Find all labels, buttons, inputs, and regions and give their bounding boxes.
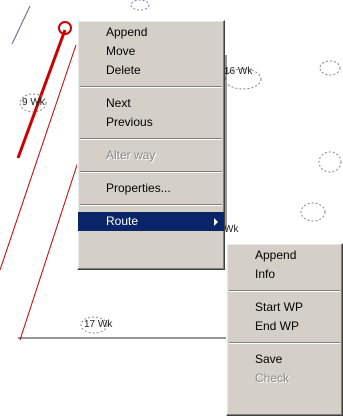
- menu-item-route[interactable]: Route: [78, 212, 224, 231]
- submenu-item-info[interactable]: Info: [227, 265, 342, 284]
- route-line: [19, 161, 79, 341]
- menu-item-delete[interactable]: Delete: [78, 61, 224, 80]
- submenu-item-end-wp[interactable]: End WP: [227, 317, 342, 336]
- submenu-item-start-wp[interactable]: Start WP: [227, 298, 342, 317]
- waypoint-suffix: Wk: [237, 66, 253, 77]
- menu-item-move[interactable]: Move: [78, 42, 224, 61]
- selected-route-segment[interactable]: [16, 29, 67, 159]
- menu-item-alter-way[interactable]: Alter way: [78, 146, 224, 165]
- waypoint-number: 17: [84, 319, 96, 330]
- menu-separator: [80, 204, 222, 206]
- menu-item-route-label: Route: [106, 214, 139, 228]
- waypoint-label[interactable]: 16 Wk: [224, 66, 252, 77]
- route-line: [0, 44, 77, 271]
- menu-item-previous[interactable]: Previous: [78, 113, 224, 132]
- menu-separator: [80, 171, 222, 173]
- context-menu: Append Move Delete Next Previous Alter w…: [77, 20, 225, 270]
- waypoint-number: 16: [224, 66, 236, 77]
- waypoint-label[interactable]: 17 Wk: [84, 319, 112, 330]
- submenu-item-check[interactable]: Check: [227, 369, 342, 388]
- menu-item-next[interactable]: Next: [78, 94, 224, 113]
- waypoint-label[interactable]: 9 Wk: [22, 97, 45, 108]
- waypoint-cloud[interactable]: [130, 0, 150, 11]
- menu-item-append[interactable]: Append: [78, 23, 224, 42]
- waypoint-suffix: Wk: [30, 97, 45, 108]
- waypoint-suffix: Wk: [224, 224, 239, 235]
- submenu-item-append[interactable]: Append: [227, 246, 342, 265]
- waypoint-cloud[interactable]: [319, 60, 341, 76]
- menu-item-properties[interactable]: Properties...: [78, 179, 224, 198]
- waypoint-number: 9: [22, 97, 28, 108]
- submenu-arrow-icon: [214, 218, 218, 226]
- waypoint-label[interactable]: Wk: [224, 224, 238, 235]
- map-line: [11, 5, 31, 45]
- menu-separator: [229, 342, 340, 344]
- waypoint-cloud[interactable]: [300, 202, 326, 222]
- waypoint-suffix: Wk: [97, 319, 113, 330]
- menu-separator: [229, 290, 340, 292]
- menu-separator: [80, 86, 222, 88]
- route-submenu: Append Info Start WP End WP Save Check: [226, 243, 343, 416]
- submenu-item-save[interactable]: Save: [227, 350, 342, 369]
- menu-separator: [80, 138, 222, 140]
- waypoint-cloud[interactable]: [318, 151, 342, 173]
